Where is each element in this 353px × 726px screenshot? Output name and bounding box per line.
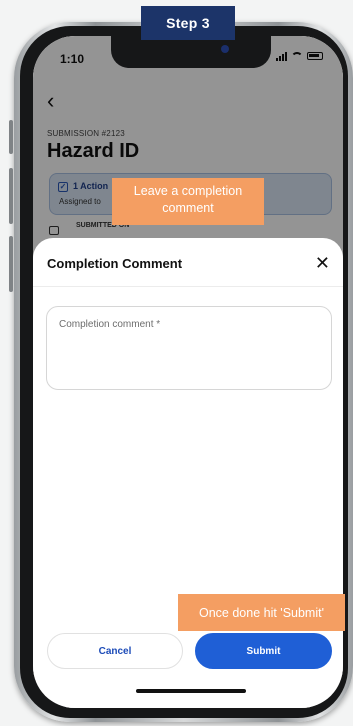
step-badge: Step 3 [141, 6, 235, 40]
camera-icon [221, 45, 229, 53]
comment-callout: Leave a completion comment [112, 178, 264, 225]
submit-button[interactable]: Submit [195, 633, 332, 669]
completion-comment-field[interactable] [46, 306, 332, 390]
home-indicator [136, 689, 246, 693]
sheet-title: Completion Comment [47, 256, 183, 271]
phone-mute-switch [9, 120, 13, 154]
phone-notch [111, 36, 271, 68]
phone-volume-down-button [9, 236, 13, 292]
sheet-divider [33, 286, 343, 287]
phone-volume-up-button [9, 168, 13, 224]
submit-callout: Once done hit 'Submit' [178, 594, 345, 631]
completion-comment-input[interactable] [47, 307, 331, 389]
cancel-button[interactable]: Cancel [47, 633, 183, 669]
close-icon[interactable]: ✕ [315, 254, 330, 272]
